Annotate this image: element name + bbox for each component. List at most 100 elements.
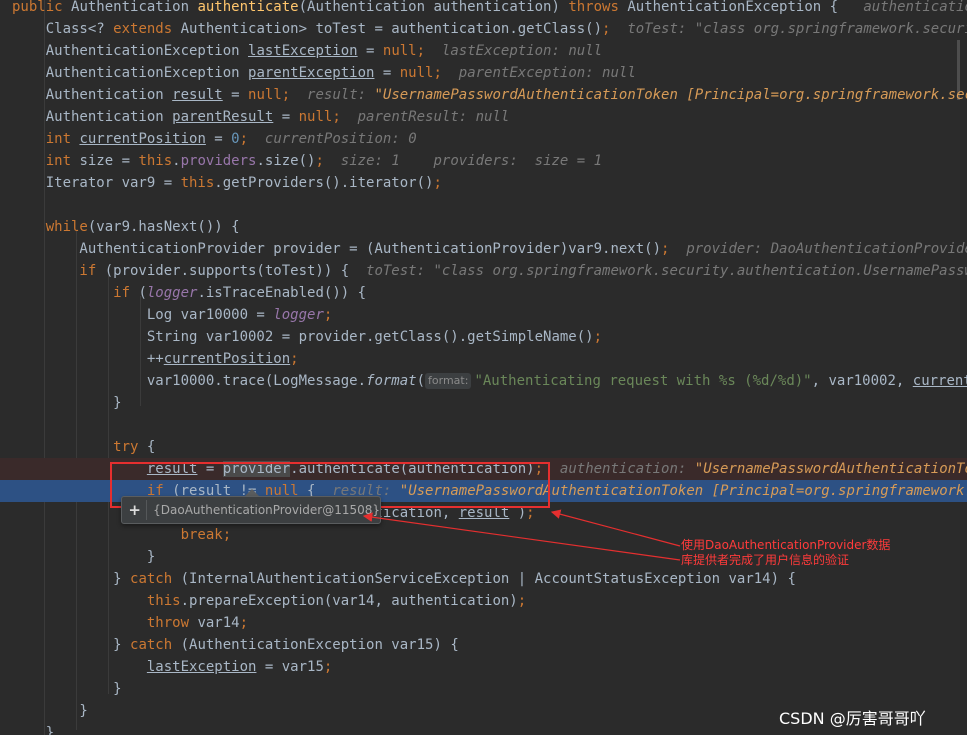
- code-line[interactable]: AuthenticationException parentException …: [0, 62, 967, 84]
- code-token: Authentication: [12, 87, 173, 103]
- code-line[interactable]: AuthenticationProvider provider = (Authe…: [0, 238, 967, 260]
- code-token: = var15: [256, 659, 324, 675]
- csdn-watermark: CSDN @厉害哥哥吖: [779, 709, 926, 728]
- code-line[interactable]: this.prepareException(var14, authenticat…: [0, 590, 967, 612]
- code-token: null;: [248, 87, 291, 103]
- code-token: currentPosit: [912, 373, 967, 389]
- annotation-text: 使用DaoAuthenticationProvider数据 库提供者完成了用户信…: [681, 538, 901, 568]
- code-line[interactable]: Authentication result = null; result: "U…: [0, 84, 967, 106]
- code-line[interactable]: Iterator var9 = this.getProviders().iter…: [0, 172, 967, 194]
- code-token: }: [12, 395, 122, 411]
- code-line[interactable]: throw var14;: [0, 612, 967, 634]
- code-line[interactable]: try {: [0, 436, 967, 458]
- code-token: if: [12, 263, 105, 279]
- code-token: int: [12, 153, 80, 169]
- code-token: .: [172, 153, 181, 169]
- code-token: }: [12, 637, 131, 653]
- code-token: try: [12, 439, 147, 455]
- code-token: null;: [399, 65, 442, 81]
- code-line[interactable]: var10000.trace(LogMessage.format(format:…: [0, 370, 967, 392]
- code-token: this: [138, 153, 173, 169]
- code-token: 0: [231, 131, 240, 147]
- code-line[interactable]: int currentPosition = 0; currentPosition…: [0, 128, 967, 150]
- code-line[interactable]: Class<? extends Authentication> toTest =…: [0, 18, 967, 40]
- inline-debug-value: size: 1 providers: size = 1: [340, 153, 603, 169]
- code-line[interactable]: Log var10000 = logger;: [0, 304, 967, 326]
- inline-debug-value: authentication: "Us: [863, 0, 967, 15]
- inline-debug-value: "UsernamePasswordAuthenticationToken [: [694, 461, 967, 477]
- code-token: (provider.supports(toTest)) {: [104, 263, 367, 279]
- code-token: .getProviders().iterator(): [214, 175, 434, 191]
- code-token: ;: [239, 131, 249, 147]
- inline-debug-value: provider: DaoAuthenticationProvider@115: [686, 241, 967, 257]
- debug-value-tooltip[interactable]: + {DaoAuthenticationProvider@11508}: [121, 496, 381, 524]
- code-token: .prepareException(var14, authentication): [180, 593, 518, 609]
- code-token: public: [12, 0, 72, 15]
- code-line[interactable]: lastException = var15;: [0, 656, 967, 678]
- code-line[interactable]: AuthenticationException lastException = …: [0, 40, 967, 62]
- code-line[interactable]: String var10002 = provider.getClass().ge…: [0, 326, 967, 348]
- code-token: int: [12, 131, 80, 147]
- code-token: null;: [382, 43, 426, 59]
- code-token: (AuthenticationException var15) {: [180, 637, 459, 653]
- inline-debug-value: parentResult: null: [357, 109, 510, 125]
- code-token: =: [374, 65, 400, 81]
- code-token: "Authenticating request with %s (%d/%d)": [474, 373, 812, 389]
- code-token: AuthenticationException: [12, 65, 249, 81]
- tooltip-caret: [245, 489, 259, 496]
- code-token: (: [138, 285, 147, 301]
- code-token: Authentication> toTest = authentication.…: [180, 21, 603, 37]
- code-line[interactable]: Authentication parentResult = null; pare…: [0, 106, 967, 128]
- code-token: String var10002 = provider.getClass().ge…: [12, 329, 594, 345]
- code-token: , var10002,: [811, 373, 913, 389]
- code-line[interactable]: }: [0, 392, 967, 414]
- code-line[interactable]: public Authentication authenticate(Authe…: [0, 0, 967, 18]
- code-token: ;: [315, 153, 324, 169]
- code-token: Iterator var9 =: [12, 175, 181, 191]
- code-line[interactable]: } catch (InternalAuthenticationServiceEx…: [0, 568, 967, 590]
- code-token: throws: [568, 0, 628, 15]
- inline-debug-value: parentException: null: [458, 65, 636, 81]
- code-line[interactable]: int size = this.providers.size(); size: …: [0, 150, 967, 172]
- plus-icon[interactable]: +: [126, 499, 143, 521]
- code-token: ;: [290, 351, 299, 367]
- code-token: (: [416, 373, 426, 389]
- code-token: (InternalAuthenticationServiceException …: [180, 571, 796, 587]
- code-token: this: [180, 175, 215, 191]
- code-token: catch: [130, 637, 181, 653]
- code-token: =: [357, 43, 383, 59]
- code-token: result: [172, 87, 223, 103]
- code-token: Log var10000 =: [12, 307, 274, 323]
- tooltip-value[interactable]: {DaoAuthenticationProvider@11508}: [153, 503, 380, 517]
- code-token: ;: [593, 329, 603, 345]
- code-token: }: [12, 703, 88, 719]
- code-token: .size(): [256, 153, 316, 169]
- code-token: ;: [323, 659, 333, 675]
- code-token: .isTraceEnabled()) {: [197, 285, 367, 301]
- code-token: =: [273, 109, 299, 125]
- code-line[interactable]: } catch (AuthenticationException var15) …: [0, 634, 967, 656]
- code-token: parentResult: [172, 109, 274, 125]
- code-line[interactable]: }: [0, 678, 967, 700]
- code-line[interactable]: ++currentPosition;: [0, 348, 967, 370]
- code-line[interactable]: if (logger.isTraceEnabled()) {: [0, 282, 967, 304]
- inline-debug-value: authentication:: [559, 461, 695, 477]
- code-token: }: [12, 549, 156, 565]
- code-editor[interactable]: public Authentication authenticate(Authe…: [0, 0, 967, 735]
- code-token: currentPosition: [79, 131, 206, 147]
- code-token: ;: [323, 307, 333, 323]
- code-line[interactable]: if (provider.supports(toTest)) { toTest:…: [0, 260, 967, 282]
- code-token: =: [205, 131, 232, 147]
- code-token: logger: [146, 285, 198, 301]
- code-token: Class<?: [12, 21, 114, 37]
- code-line[interactable]: while(var9.hasNext()) {: [0, 216, 967, 238]
- code-token: {: [146, 439, 156, 455]
- code-token: }: [12, 571, 131, 587]
- code-token: (Authentication authentication): [298, 0, 569, 15]
